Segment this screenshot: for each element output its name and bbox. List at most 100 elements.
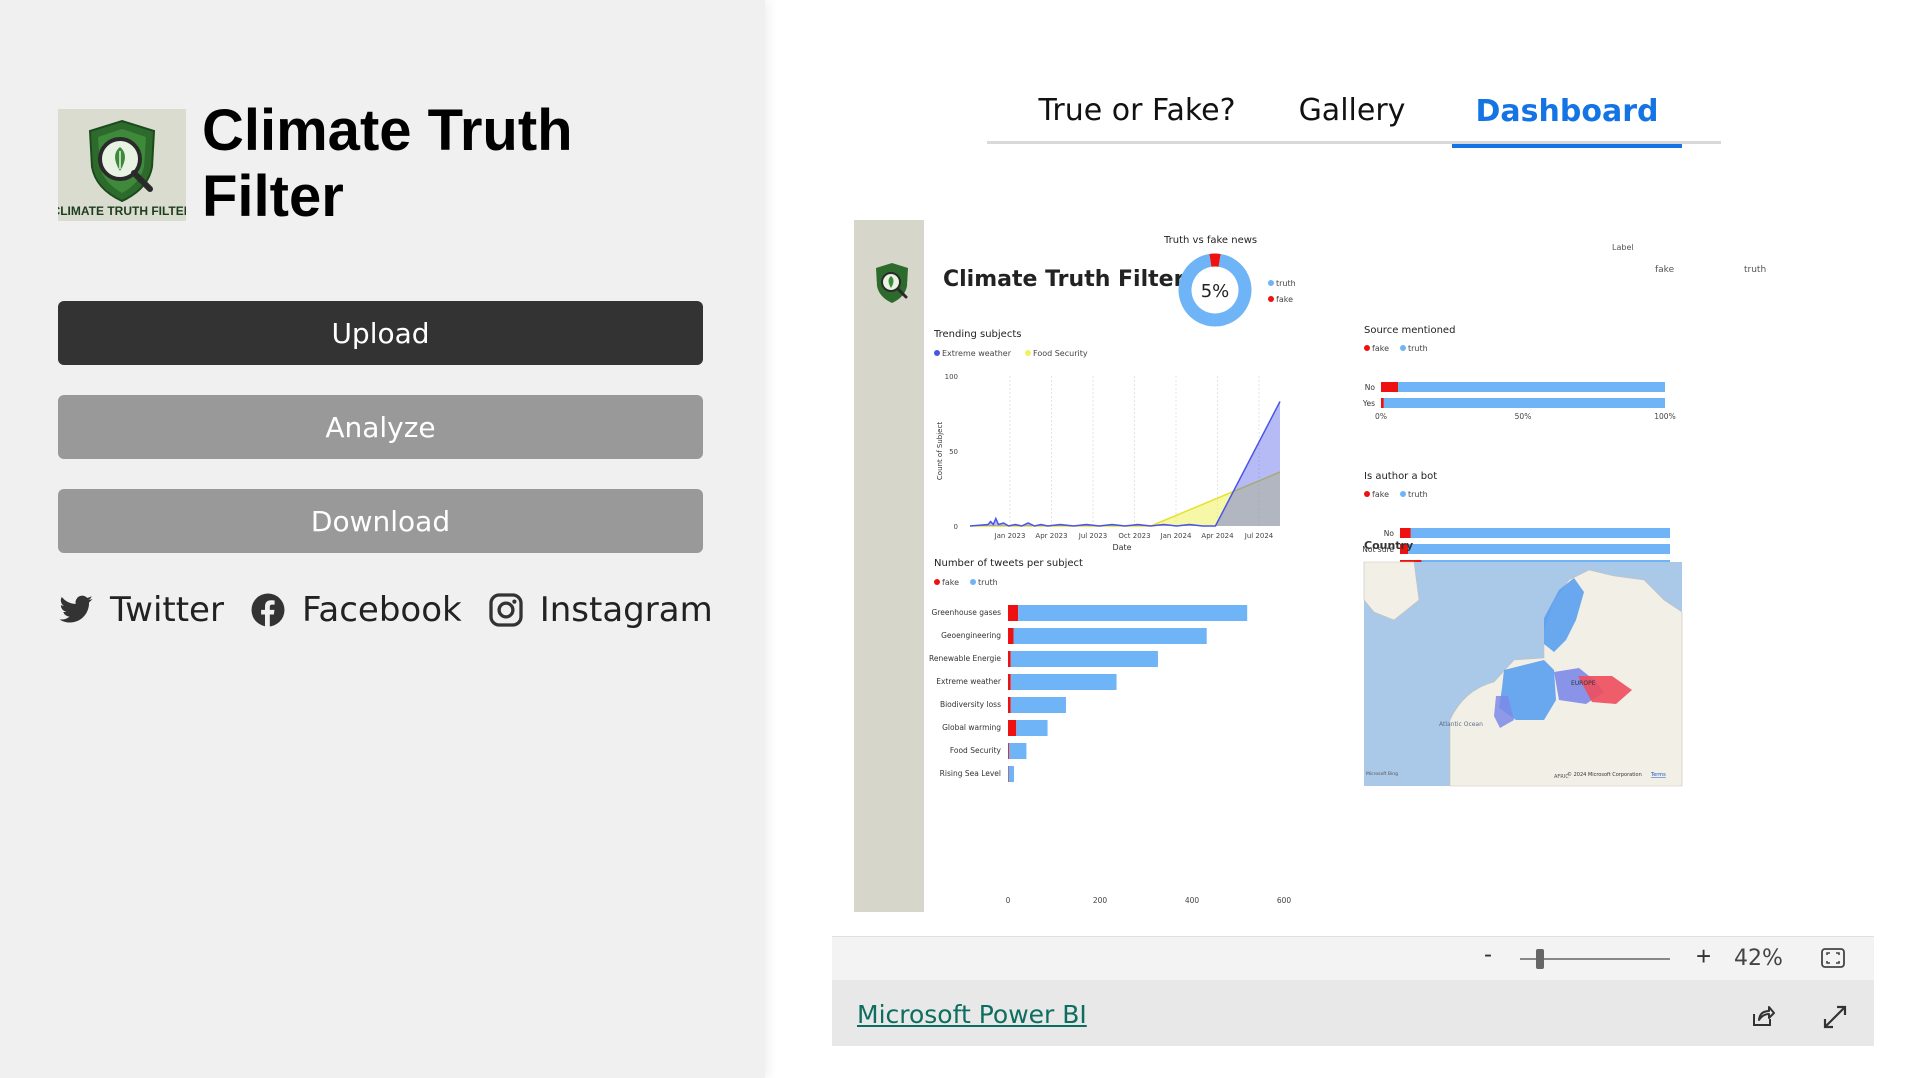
twitter-link[interactable]: Twitter	[58, 590, 224, 630]
country-map[interactable]: Country EUROPE Atlantic Ocean AFRIC © 20…	[1363, 539, 1683, 787]
label-slicer-fake[interactable]: fake	[1655, 265, 1675, 275]
social-links: Twitter Facebook Instagram	[58, 590, 713, 630]
tab-gallery[interactable]: Gallery	[1267, 78, 1437, 142]
tweets-bar-fake[interactable]	[1008, 651, 1011, 667]
tweets-title: Number of tweets per subject	[934, 558, 1083, 569]
logo-text: CLIMATE TRUTH FILTER	[58, 204, 186, 218]
tweets-x-tick: 600	[1277, 896, 1292, 905]
source-bar-truth[interactable]	[1383, 398, 1665, 408]
trend-x-label: Date	[1112, 543, 1131, 552]
trending-subjects-chart[interactable]: Trending subjects Extreme weather Food Sec…	[933, 329, 1281, 552]
tweets-bar-fake[interactable]	[1008, 674, 1011, 690]
trend-y-tick: 0	[954, 523, 958, 531]
facebook-icon	[251, 593, 285, 627]
source-bar-fake[interactable]	[1381, 382, 1399, 392]
legend-marker	[970, 579, 976, 585]
tweets-bar-fake[interactable]	[1008, 743, 1009, 759]
source-x-tick: 50%	[1515, 412, 1532, 421]
legend-marker	[1364, 491, 1370, 497]
tweets-category-label: Geoengineering	[941, 631, 1001, 640]
source-mentioned-chart[interactable]: Source mentioned fake truth No Yes0% 50% 100%	[1362, 325, 1676, 421]
analyze-button[interactable]: Analyze	[58, 395, 703, 459]
powerbi-link[interactable]: Microsoft Power BI	[857, 1000, 1087, 1029]
tweets-category-label: Renewable Energie	[929, 654, 1001, 663]
source-x-tick: 0%	[1375, 412, 1387, 421]
shield-leaf-icon: CLIMATE TRUTH FILTER	[52, 109, 193, 221]
tweets-bar-truth[interactable]	[1018, 605, 1248, 621]
zoom-out-button[interactable]: -	[1484, 941, 1492, 969]
label-slicer-header: Label	[1612, 243, 1634, 252]
tweets-bar-truth[interactable]	[1008, 743, 1027, 759]
sidebar: CLIMATE TRUTH FILTER Climate Truth Filte…	[0, 0, 765, 1078]
legend-marker	[1364, 345, 1370, 351]
trend-x-tick: Jan 2023	[994, 532, 1026, 540]
tweets-per-subject-chart[interactable]: Number of tweets per subject fake truth Gre…	[929, 558, 1291, 905]
legend-marker	[1025, 350, 1031, 356]
legend-marker	[934, 579, 940, 585]
tweets-category-label: Biodiversity loss	[940, 700, 1001, 709]
trend-y-label: Count of Subject	[936, 422, 944, 480]
tweets-bar-fake[interactable]	[1008, 697, 1011, 713]
tweets-bar-truth[interactable]	[1016, 720, 1048, 736]
legend-label: truth	[978, 578, 998, 587]
report-side-strip	[854, 220, 924, 912]
tweets-bar-fake[interactable]	[1008, 605, 1019, 621]
instagram-link[interactable]: Instagram	[488, 590, 713, 630]
tweets-bar-fake[interactable]	[1008, 720, 1017, 736]
tab-dashboard[interactable]: Dashboard	[1452, 78, 1682, 148]
fullscreen-icon[interactable]	[1822, 1004, 1848, 1030]
map-terms-link[interactable]: Terms	[1650, 772, 1666, 778]
twitter-icon	[59, 595, 93, 623]
legend-label: truth	[1408, 490, 1428, 499]
tweets-category-label: Global warming	[942, 723, 1001, 732]
donut-chart[interactable]: Truth vs fake news 5% truth fake	[1163, 235, 1296, 327]
tweets-bar-truth[interactable]	[1010, 651, 1158, 667]
upload-button[interactable]: Upload	[58, 301, 703, 365]
source-bar-fake[interactable]	[1381, 398, 1384, 408]
tweets-category-label: Greenhouse gases	[932, 608, 1002, 617]
map-region-label: EUROPE	[1571, 680, 1596, 687]
facebook-link[interactable]: Facebook	[250, 590, 462, 630]
legend-label: fake	[942, 578, 959, 587]
trend-x-tick: Jul 2024	[1244, 532, 1274, 540]
zoom-slider-thumb[interactable]	[1536, 949, 1544, 969]
tweets-bar-truth[interactable]	[1010, 674, 1117, 690]
legend-label: Extreme weather	[942, 349, 1012, 358]
bot-bar-fake[interactable]	[1400, 528, 1411, 538]
trend-title: Trending subjects	[933, 329, 1021, 340]
tweets-bar-truth[interactable]	[1010, 697, 1066, 713]
donut-legend-fake: fake	[1276, 295, 1293, 304]
app-title: Climate Truth Filter	[202, 98, 573, 230]
trend-x-tick: Apr 2023	[1035, 532, 1067, 540]
app-logo: CLIMATE TRUTH FILTER	[52, 109, 193, 221]
share-icon[interactable]	[1750, 1004, 1776, 1028]
source-x-tick: 100%	[1654, 412, 1675, 421]
legend-label: fake	[1372, 344, 1389, 353]
donut-legend-truth: truth	[1276, 279, 1296, 288]
tweets-bar-truth[interactable]	[1013, 628, 1207, 644]
report-title: Climate Truth Filter	[943, 267, 1185, 292]
tweets-bar-truth[interactable]	[1008, 766, 1014, 782]
zoom-in-button[interactable]: +	[1696, 941, 1711, 972]
bot-bar-truth[interactable]	[1408, 544, 1670, 554]
twitter-label: Twitter	[110, 590, 224, 630]
fit-to-page-icon[interactable]	[1820, 947, 1846, 969]
donut-center-label: 5%	[1201, 281, 1230, 302]
trend-x-tick: Jul 2023	[1078, 532, 1108, 540]
trend-x-tick: Oct 2023	[1118, 532, 1150, 540]
tab-bar: True or Fake? Gallery Dashboard	[987, 74, 1721, 148]
zoom-percentage: 42%	[1734, 946, 1783, 971]
bot-bar-truth[interactable]	[1410, 528, 1670, 538]
tab-true-or-fake[interactable]: True or Fake?	[1027, 78, 1247, 142]
source-bar-truth[interactable]	[1398, 382, 1665, 392]
download-button[interactable]: Download	[58, 489, 703, 553]
report-canvas: Climate Truth Filter Truth vs fake news 5…	[854, 220, 1864, 912]
tweets-bar-fake[interactable]	[1008, 628, 1014, 644]
trend-area-extreme-weather[interactable]	[970, 401, 1280, 527]
map-attribution: © 2024 Microsoft Corporation	[1567, 771, 1642, 778]
donut-title: Truth vs fake news	[1163, 235, 1257, 246]
label-slicer-truth[interactable]: truth	[1744, 265, 1766, 275]
powerbi-zoom-toolbar: - + 42%	[832, 936, 1874, 980]
instagram-icon	[489, 593, 523, 627]
legend-label: fake	[1372, 490, 1389, 499]
